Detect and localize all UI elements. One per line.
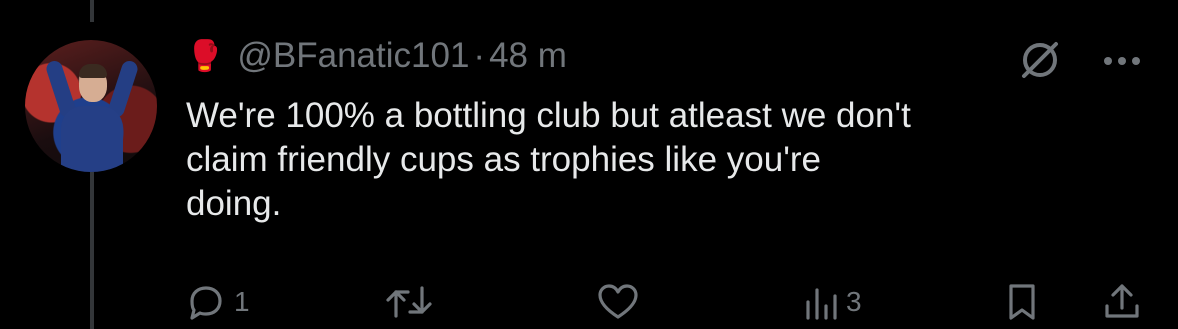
retweet-button[interactable] [384, 282, 442, 322]
reply-button[interactable]: 1 [186, 282, 250, 322]
share-icon [1102, 282, 1142, 322]
like-icon [596, 282, 640, 322]
avatar-figure-hair [79, 64, 107, 78]
author-handle[interactable]: @BFanatic101 [237, 36, 469, 76]
more-icon[interactable] [1102, 54, 1142, 72]
tweet-header: 🥊 @BFanatic101 · 48 m [186, 36, 567, 76]
thread-line-bottom [90, 170, 94, 329]
grok-icon[interactable] [1016, 36, 1064, 89]
views-count: 3 [846, 286, 862, 317]
tweet-timestamp[interactable]: 48 m [489, 36, 567, 76]
bookmark-icon [1004, 282, 1040, 322]
tweet-menu [1016, 36, 1142, 89]
avatar-figure-jersey [61, 106, 123, 172]
tweet-actions: 1 3 [186, 282, 1146, 322]
header-separator: · [473, 36, 486, 75]
views-button[interactable]: 3 [804, 282, 862, 322]
like-button[interactable] [596, 282, 648, 322]
bookmark-button[interactable] [1004, 282, 1040, 322]
thread-line-top [90, 0, 94, 22]
tweet-text: We're 100% a bottling club but atleast w… [186, 96, 911, 223]
share-button[interactable] [1102, 282, 1142, 322]
retweet-icon [384, 282, 434, 322]
reply-icon [186, 282, 226, 322]
boxing-glove-emoji: 🥊 [186, 39, 224, 73]
reply-count: 1 [234, 286, 250, 317]
avatar[interactable] [25, 40, 157, 172]
views-icon [804, 282, 838, 322]
